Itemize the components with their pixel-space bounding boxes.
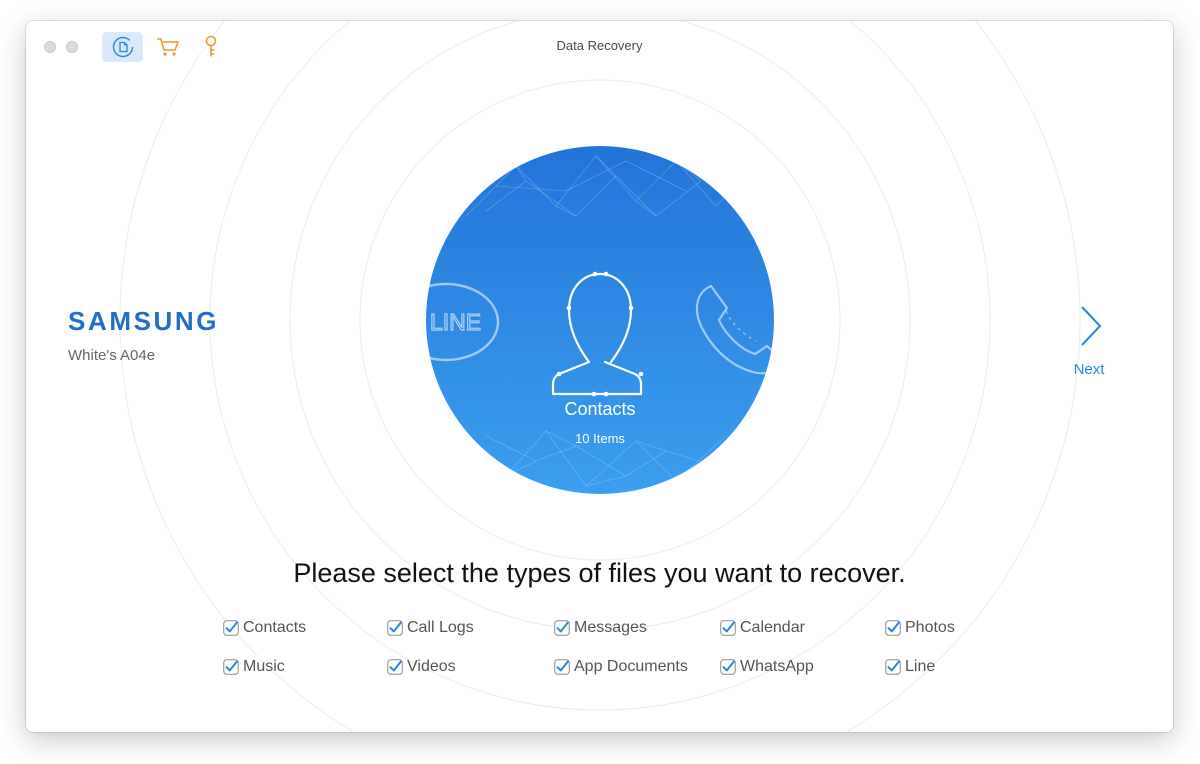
checkbox[interactable] — [554, 620, 570, 636]
checkbox[interactable] — [720, 620, 736, 636]
file-type-option[interactable]: Line — [885, 658, 935, 676]
file-type-label: Contacts — [243, 619, 307, 636]
instruction-text: Please select the types of files you wan… — [293, 558, 906, 588]
file-type-label: Music — [243, 658, 285, 675]
next-label: Next — [1073, 361, 1105, 378]
checkbox[interactable] — [387, 659, 403, 675]
file-type-label: Line — [905, 658, 936, 675]
chevron-right-icon — [1081, 306, 1102, 346]
window-title: Data Recovery — [556, 38, 643, 53]
file-type-option[interactable]: Music — [223, 658, 285, 676]
file-type-label: Messages — [574, 619, 647, 636]
file-type-label: WhatsApp — [740, 658, 814, 675]
file-type-label: App Documents — [574, 658, 688, 675]
file-type-label: Calendar — [740, 619, 805, 636]
app-window: Data Recovery SAMSUNG White's A04e LINE — [26, 21, 1173, 732]
file-type-label: Videos — [407, 658, 456, 675]
checkbox[interactable] — [720, 659, 736, 675]
title-bar: Data Recovery — [26, 21, 1173, 71]
file-type-option[interactable]: App Documents — [554, 658, 688, 676]
svg-text:LINE: LINE — [430, 309, 481, 335]
file-type-label: Photos — [905, 619, 955, 636]
checkbox[interactable] — [223, 620, 239, 636]
featured-category-label: Contacts — [564, 399, 636, 419]
file-type-option[interactable]: Calendar — [720, 619, 805, 637]
checkbox[interactable] — [387, 620, 403, 636]
checkbox[interactable] — [885, 620, 901, 636]
device-brand: SAMSUNG — [68, 306, 220, 336]
checkbox[interactable] — [885, 659, 901, 675]
file-type-option[interactable]: Contacts — [223, 619, 306, 637]
device-model: White's A04e — [68, 347, 156, 364]
checkbox[interactable] — [554, 659, 570, 675]
file-type-option[interactable]: Photos — [885, 619, 955, 637]
next-button[interactable]: Next — [1062, 301, 1122, 381]
file-type-option[interactable]: WhatsApp — [720, 658, 814, 676]
checkbox[interactable] — [223, 659, 239, 675]
file-type-option[interactable]: Call Logs — [387, 619, 474, 637]
featured-item-count: 10 Items — [575, 431, 625, 446]
file-type-option[interactable]: Messages — [554, 619, 647, 637]
file-type-option[interactable]: Videos — [387, 658, 456, 676]
file-type-label: Call Logs — [407, 619, 474, 636]
